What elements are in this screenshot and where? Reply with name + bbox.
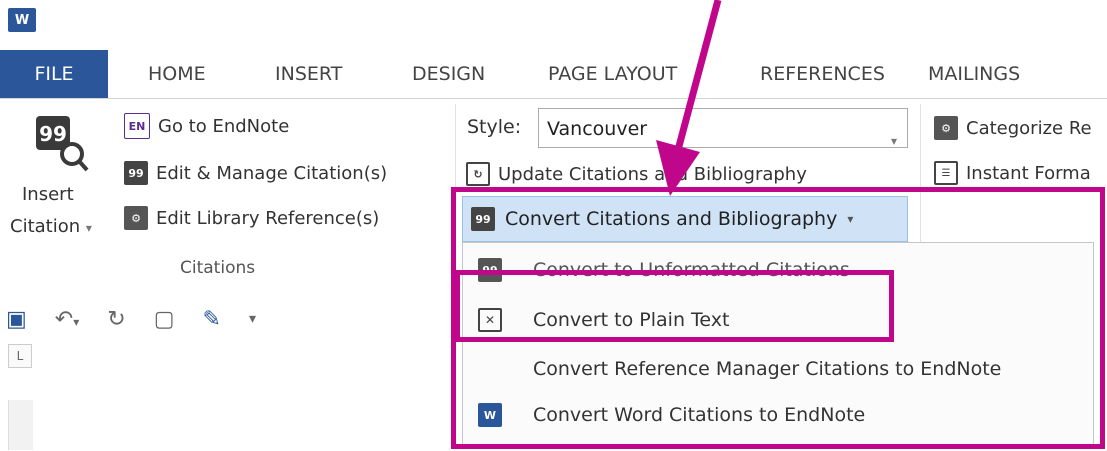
new-document-icon[interactable]: ▢ <box>154 307 175 332</box>
convert-citations-button[interactable]: 99 Convert Citations and Bibliography ▾ <box>462 196 908 242</box>
word-app-icon: W <box>8 8 36 32</box>
insert-citation-label-2-text: Citation <box>10 216 81 237</box>
customize-toolbar-icon[interactable]: ▾ <box>249 311 256 327</box>
tab-insert[interactable]: INSERT <box>275 50 342 98</box>
instant-formatting-button[interactable]: ☰ Instant Forma <box>934 161 1091 185</box>
tab-page-layout[interactable]: PAGE LAYOUT <box>548 50 677 98</box>
undo-icon[interactable]: ↶▾ <box>55 307 79 332</box>
edit-manage-label: Edit & Manage Citation(s) <box>156 162 388 184</box>
quick-access-toolbar: ▣ ↶▾ ↻ ▢ ✎ ▾ <box>0 296 456 342</box>
go-to-endnote-button[interactable]: EN Go to EndNote <box>124 113 289 139</box>
menu-item-convert-plain-text[interactable]: ✕ Convert to Plain Text <box>463 297 1093 343</box>
insert-citation-label-2: Citation ▾ <box>10 216 92 237</box>
edit-library-label: Edit Library Reference(s) <box>156 207 380 229</box>
update-citations-button[interactable]: ↻ Update Citations and Bibliography <box>466 162 807 186</box>
convert-citations-label: Convert Citations and Bibliography <box>505 208 838 230</box>
tab-design[interactable]: DESIGN <box>412 50 485 98</box>
categorize-icon: ⚙ <box>934 116 958 140</box>
endnote-icon: EN <box>124 113 150 139</box>
citations-group-label: Citations <box>180 258 256 278</box>
convert-icon: 99 <box>471 207 495 231</box>
vertical-ruler <box>8 400 33 450</box>
tab-references[interactable]: REFERENCES <box>760 50 885 98</box>
menu-item-label: Convert Word Citations to EndNote <box>533 404 866 426</box>
word-icon: W <box>478 403 502 427</box>
edit-citation-icon: 99 <box>124 161 148 185</box>
group-separator-2 <box>920 104 921 244</box>
svg-text:99: 99 <box>39 122 67 146</box>
unformatted-icon: 99 <box>478 258 502 282</box>
tab-file[interactable]: FILE <box>0 50 108 98</box>
style-dropdown-value: Vancouver <box>547 118 648 140</box>
save-as-icon[interactable]: ✎ <box>203 307 221 332</box>
chevron-down-icon: ▾ <box>85 221 92 235</box>
dropdown-arrow-icon: ▾ <box>890 134 897 148</box>
edit-manage-citations-button[interactable]: 99 Edit & Manage Citation(s) <box>124 161 387 185</box>
menu-item-convert-refman[interactable]: Convert Reference Manager Citations to E… <box>463 346 1093 392</box>
convert-dropdown-menu: 99 Convert to Unformatted Citations ✕ Co… <box>462 242 1094 447</box>
update-icon: ↻ <box>466 162 490 186</box>
word-logo-letter: W <box>14 12 30 28</box>
group-separator <box>455 104 456 284</box>
style-dropdown[interactable]: Vancouver ▾ <box>538 108 908 148</box>
insert-citation-icon: 99 <box>36 116 89 172</box>
edit-library-icon: ⚙ <box>124 206 148 230</box>
menu-item-label: Convert to Unformatted Citations <box>533 259 850 281</box>
menu-item-convert-word[interactable]: W Convert Word Citations to EndNote <box>463 392 1093 438</box>
tab-home[interactable]: HOME <box>148 50 206 98</box>
save-icon[interactable]: ▣ <box>6 307 27 332</box>
go-to-endnote-label: Go to EndNote <box>158 115 290 137</box>
menu-item-label: Convert Reference Manager Citations to E… <box>533 358 1002 380</box>
categorize-references-button[interactable]: ⚙ Categorize Re <box>934 116 1092 140</box>
insert-citation-label-1: Insert <box>22 184 74 205</box>
redo-icon[interactable]: ↻ <box>107 307 125 332</box>
menu-item-label: Convert to Plain Text <box>533 309 730 331</box>
chevron-down-icon: ▾ <box>847 212 854 226</box>
style-label: Style: <box>467 116 522 138</box>
insert-citation-button[interactable]: 99 Insert Citation ▾ <box>8 112 112 272</box>
tab-mailings[interactable]: MAILINGS <box>928 50 1020 98</box>
categorize-label: Categorize Re <box>966 117 1092 139</box>
endnote-icon-text: EN <box>128 119 146 133</box>
list-icon: ☰ <box>934 161 958 185</box>
update-citations-label: Update Citations and Bibliography <box>498 163 807 185</box>
edit-library-reference-button[interactable]: ⚙ Edit Library Reference(s) <box>124 206 379 230</box>
instant-format-label: Instant Forma <box>966 162 1091 184</box>
plain-text-icon: ✕ <box>478 308 502 332</box>
menu-item-convert-unformatted[interactable]: 99 Convert to Unformatted Citations <box>463 247 1093 293</box>
tab-selector[interactable]: L <box>8 344 32 368</box>
